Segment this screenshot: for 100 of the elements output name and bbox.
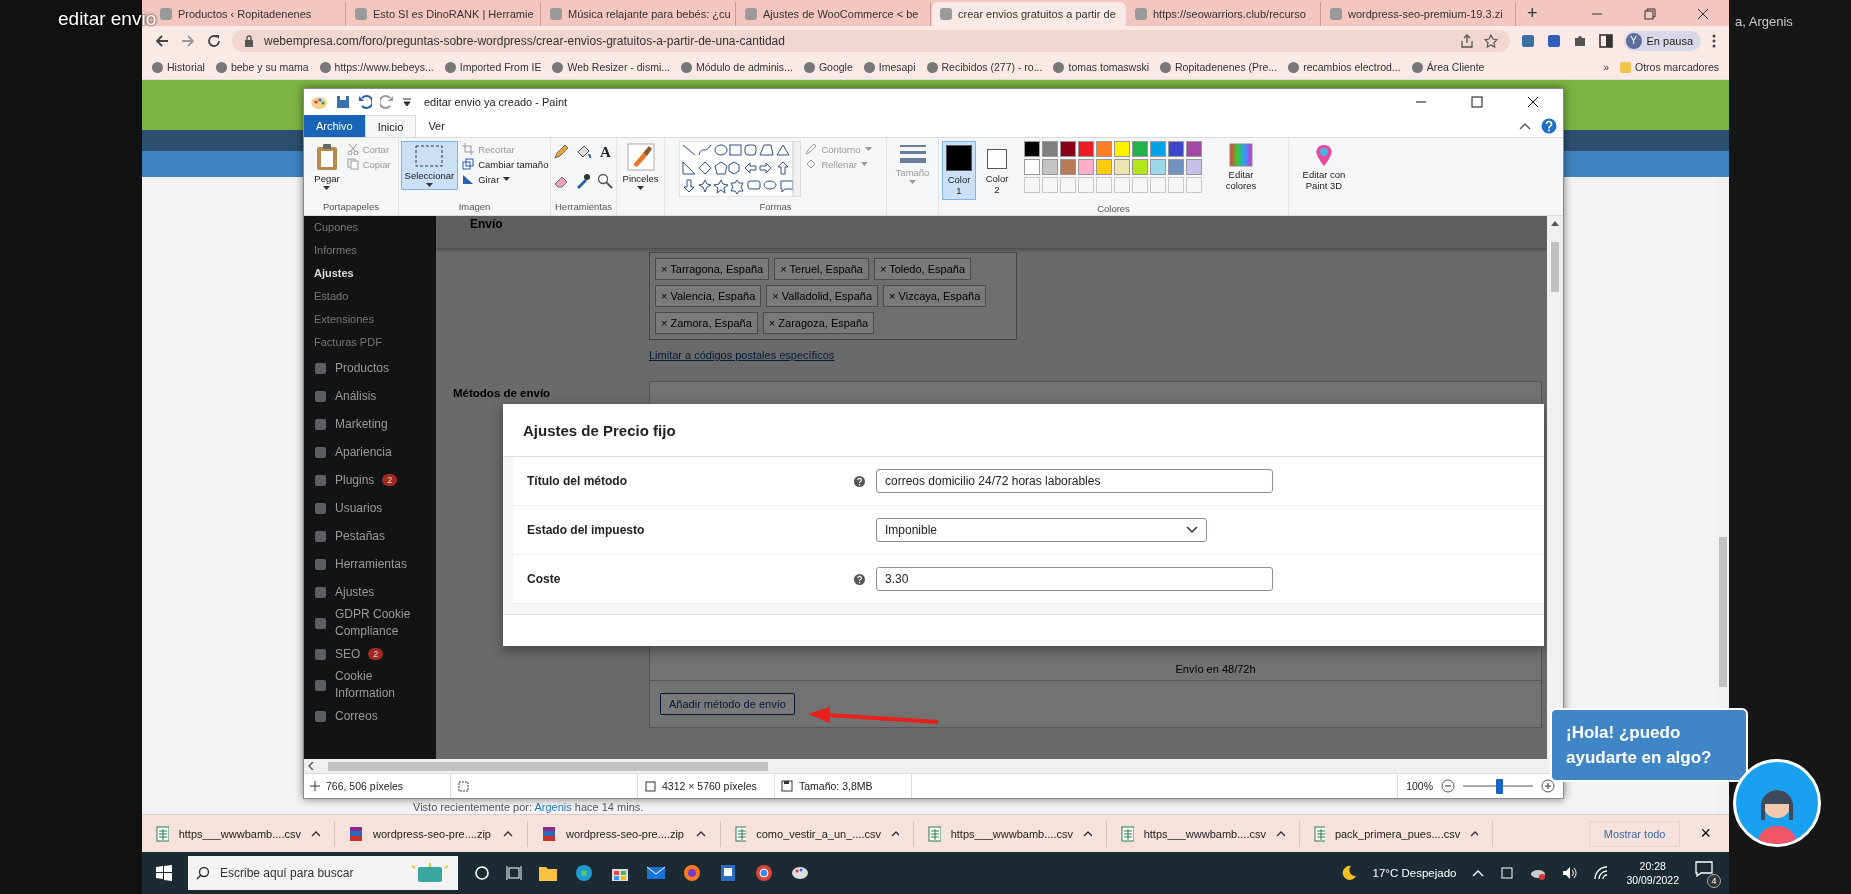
palette-color[interactable]	[1042, 141, 1058, 157]
sidebar-item[interactable]: Ajustes	[304, 578, 436, 606]
document-icon[interactable]	[718, 863, 738, 883]
bookmark[interactable]: Historial	[152, 61, 205, 73]
close-button[interactable]: ×	[1694, 822, 1717, 845]
palette-color[interactable]	[1042, 159, 1058, 175]
palette-color[interactable]	[1078, 141, 1094, 157]
palette-color[interactable]	[1132, 141, 1148, 157]
sidebar-item[interactable]: Usuarios	[304, 494, 436, 522]
sidebar-item[interactable]: Herramientas	[304, 550, 436, 578]
region-tag[interactable]: × Teruel, España	[774, 258, 869, 280]
zoom-slider-thumb[interactable]	[1496, 778, 1504, 794]
sidebar-item[interactable]: Productos	[304, 354, 436, 382]
new-tab-button[interactable]: +	[1523, 3, 1542, 24]
sidebar-item[interactable]: Cupones	[304, 216, 436, 239]
caret-icon[interactable]	[310, 829, 320, 838]
sidebar-icon[interactable]	[1597, 32, 1614, 49]
back-icon[interactable]	[154, 32, 170, 49]
collapse-ribbon-icon[interactable]	[1519, 122, 1531, 130]
scrollbar-thumb[interactable]	[328, 761, 768, 771]
taskbar-search-field[interactable]: Escribe aquí para buscar	[188, 856, 458, 890]
color-slot-button[interactable]: Color 1	[942, 141, 976, 200]
browser-icon[interactable]	[682, 863, 702, 883]
paint-icon[interactable]	[310, 94, 328, 110]
sidebar-item[interactable]: Plugins 2	[304, 466, 436, 494]
sidebar-item[interactable]: Facturas PDF	[304, 331, 436, 354]
caret-icon[interactable]	[1470, 829, 1478, 838]
save-icon[interactable]	[336, 95, 350, 109]
arrow-left-icon[interactable]	[308, 762, 314, 770]
resize-button[interactable]: Cambiar tamaño	[462, 158, 549, 170]
bookmark[interactable]: Imesapi	[863, 61, 916, 73]
empty-color-slot[interactable]	[1186, 177, 1202, 193]
empty-color-slot[interactable]	[1078, 177, 1094, 193]
empty-color-slot[interactable]	[1114, 177, 1130, 193]
palette-color[interactable]	[1096, 159, 1112, 175]
sidebar-item[interactable]: Marketing	[304, 410, 436, 438]
rotate-button[interactable]: Girar	[462, 173, 549, 185]
ribbon-tab[interactable]: Archivo	[304, 115, 365, 137]
paint-3d-button[interactable]: Editar con Paint 3D	[1295, 141, 1353, 193]
sidebar-item[interactable]: Estado	[304, 285, 436, 308]
bookmark[interactable]: Imported From IE	[444, 61, 542, 73]
help-icon[interactable]	[854, 475, 865, 487]
color-slot-button[interactable]: Color 2	[980, 141, 1014, 198]
palette-color[interactable]	[1186, 141, 1202, 157]
sidebar-item[interactable]: SEO 2	[304, 640, 436, 668]
bookmark[interactable]: Módulo de adminis...	[681, 61, 793, 73]
bookmark[interactable]: Recibidos (277) - ro...	[926, 61, 1043, 73]
sidebar-item[interactable]: Extensiones	[304, 308, 436, 331]
bookmark[interactable]: Ropitadenenes (Pre...	[1160, 61, 1278, 73]
palette-color[interactable]	[1186, 159, 1202, 175]
add-method-button[interactable]: Añadir método de envío	[660, 693, 795, 715]
reload-icon[interactable]	[206, 32, 222, 49]
palette-color[interactable]	[1114, 159, 1130, 175]
folder-icon[interactable]	[538, 864, 558, 882]
maximize-icon[interactable]	[1471, 96, 1483, 108]
empty-color-slot[interactable]	[1096, 177, 1112, 193]
caret-icon[interactable]	[696, 829, 706, 838]
arrow-up-icon[interactable]	[1551, 220, 1559, 226]
chevron-up-icon[interactable]	[1472, 869, 1485, 877]
empty-color-slot[interactable]	[1150, 177, 1166, 193]
show-all-button[interactable]: Mostrar todo	[1588, 820, 1681, 847]
bookmark[interactable]: recambios electrod...	[1288, 61, 1401, 73]
palette-color[interactable]	[1060, 141, 1076, 157]
speaker-icon[interactable]	[1562, 866, 1579, 880]
text-tool[interactable]: A	[596, 144, 615, 160]
scrollbar-thumb[interactable]	[1551, 242, 1559, 292]
weather-text[interactable]: 17°C Despejado	[1372, 867, 1457, 879]
sidebar-item[interactable]: Apariencia	[304, 438, 436, 466]
caret-icon[interactable]	[503, 829, 513, 838]
globe-icon[interactable]	[574, 863, 594, 883]
caret-icon[interactable]	[1082, 829, 1092, 838]
download-item[interactable]: https___wwwbamb....csv	[142, 820, 335, 847]
empty-color-slot[interactable]	[1060, 177, 1076, 193]
palette-color[interactable]	[1096, 141, 1112, 157]
sidebar-item[interactable]: Ajustes	[304, 262, 436, 285]
dropdown[interactable]: Imponible	[876, 518, 1207, 542]
notifications-button[interactable]: 4	[1695, 861, 1719, 885]
palette-color[interactable]	[1168, 141, 1184, 157]
download-item[interactable]: pack_primera_pues....csv	[1300, 820, 1493, 847]
magnifier-icon[interactable]	[596, 173, 613, 189]
browser-tab[interactable]: crear envios gratuitos a partir de	[932, 2, 1126, 26]
region-tag[interactable]: × Vizcaya, España	[883, 285, 987, 307]
pencil-icon[interactable]	[552, 144, 569, 160]
bookmark[interactable]: Área Cliente	[1411, 61, 1485, 73]
palette-color[interactable]	[1024, 159, 1040, 175]
palette-color[interactable]	[1024, 141, 1040, 157]
extension-icon[interactable]	[1519, 32, 1536, 49]
task-view-icon[interactable]	[506, 865, 522, 881]
empty-color-slot[interactable]	[1132, 177, 1148, 193]
address-bar[interactable]: webempresa.com/foro/preguntas-sobre-wordpress/crear-envios-gratuitos-a-partir-de-una-cantidad	[232, 29, 1510, 52]
shapes-gallery[interactable]	[679, 141, 802, 197]
bookmark[interactable]: Web Resizer - dismi...	[552, 61, 670, 73]
help-icon[interactable]	[854, 573, 865, 585]
region-tag[interactable]: × Zamora, España	[655, 312, 758, 334]
circle-icon[interactable]	[474, 865, 490, 881]
empty-color-slot[interactable]	[1042, 177, 1058, 193]
more-bookmarks[interactable]: »	[1603, 61, 1609, 73]
regions-field[interactable]: × Tarragona, España × Teruel, España × Toledo, España × Valencia, España × Valladolid, España × Vizcaya, España × Zamora, España × Zaragoza, España	[649, 252, 1017, 340]
brushes-button[interactable]: Pinceles	[619, 141, 662, 192]
palette-color[interactable]	[1132, 159, 1148, 175]
